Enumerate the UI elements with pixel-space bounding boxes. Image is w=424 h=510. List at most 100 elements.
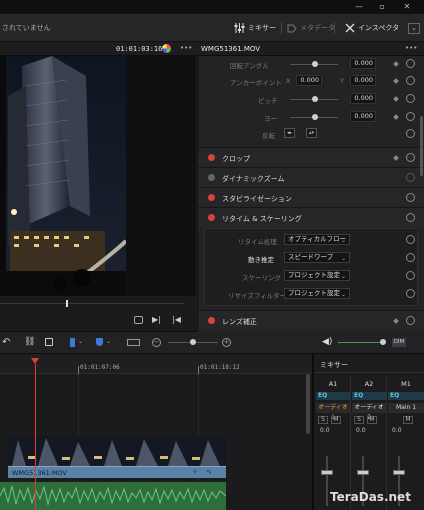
reset-icon[interactable] (406, 94, 415, 103)
video-viewer[interactable] (0, 56, 196, 296)
scaling-dropdown[interactable]: プロジェクト設定 ⌄ (284, 270, 350, 281)
reset-icon[interactable] (406, 253, 415, 262)
maximize-icon[interactable]: ▫ (375, 2, 389, 12)
reset-icon[interactable] (406, 129, 415, 138)
motion-estimation-dropdown[interactable]: スピードワープ ⌄ (284, 252, 350, 263)
minimize-icon[interactable]: — (352, 2, 366, 12)
crop-section[interactable]: クロップ (198, 147, 424, 167)
channel-fader[interactable] (357, 470, 369, 475)
reset-icon[interactable] (406, 289, 415, 298)
reset-icon[interactable] (406, 173, 415, 182)
reset-icon[interactable] (406, 235, 415, 244)
zoom-slider-knob[interactable] (190, 339, 196, 345)
mixer-tab[interactable]: ミキサー (234, 20, 276, 36)
dim-button[interactable]: DIM (392, 338, 406, 347)
keyframe-icon[interactable] (393, 61, 399, 67)
reset-icon[interactable] (406, 193, 415, 202)
flip-horizontal-icon[interactable]: ◂▸ (284, 128, 295, 138)
eq-indicator[interactable]: EQ (316, 392, 350, 400)
detail-zoom-icon[interactable] (127, 339, 140, 346)
video-clip-bar[interactable]: WMG51361.MOV ✧ ∿ (8, 466, 226, 478)
yaw-value[interactable]: 0.000 (350, 111, 376, 122)
inspector-scrollbar[interactable] (420, 116, 423, 176)
keyframe-icon[interactable] (393, 96, 399, 102)
ruler-tick (198, 366, 199, 374)
retime-enable-toggle[interactable] (208, 214, 215, 221)
flag-icon[interactable] (70, 338, 75, 347)
retime-section[interactable]: リタイム & スケーリング (198, 207, 424, 227)
color-wheel-icon[interactable] (162, 44, 171, 53)
divider (281, 22, 282, 34)
rotation-knob[interactable] (312, 61, 318, 67)
close-icon[interactable]: ✕ (400, 2, 414, 12)
zoom-out-icon[interactable]: − (152, 338, 161, 347)
viewer-more-button[interactable]: ••• (180, 44, 192, 52)
reset-icon[interactable] (406, 271, 415, 280)
lens-correction-enable-toggle[interactable] (208, 317, 215, 324)
stabilization-section[interactable]: スタビライゼーション (198, 187, 424, 207)
keyframe-icon[interactable] (393, 78, 399, 84)
channel-fader-track[interactable] (326, 456, 328, 506)
mute-button[interactable]: M (331, 416, 341, 424)
expand-menu-icon[interactable]: ⌄ (408, 23, 420, 34)
go-to-end-icon[interactable]: |◀ (172, 315, 181, 324)
keyframe-icon[interactable] (393, 155, 399, 161)
speed-ramp-icon[interactable]: ∿ (206, 468, 212, 476)
loop-icon[interactable] (134, 316, 143, 324)
anchor-x-value[interactable]: 0.000 (296, 75, 322, 86)
volume-slider[interactable] (338, 342, 386, 343)
timeline-scrollbar[interactable] (306, 374, 310, 434)
audio-clip[interactable] (0, 482, 227, 510)
timeline-ruler[interactable]: 01:01:07:06 01:01:18:12 (0, 354, 312, 374)
channel-fader[interactable] (393, 470, 405, 475)
keyframe-icon[interactable] (393, 114, 399, 120)
reset-icon[interactable] (406, 153, 415, 162)
retime-process-dropdown[interactable]: オプティカルフロー ⌄ (284, 234, 350, 245)
timeline[interactable]: 01:01:07:06 01:01:18:12 WMG51361.MOV ✧ ∿ (0, 354, 312, 510)
pitch-knob[interactable] (312, 96, 318, 102)
link-icon[interactable]: ⛓ (24, 337, 35, 347)
marker-icon[interactable] (96, 338, 103, 346)
inspector-more-button[interactable]: ••• (405, 44, 417, 52)
retime-curve-icon[interactable]: ✧ (192, 468, 198, 476)
resize-filter-dropdown[interactable]: プロジェクト設定 ⌄ (284, 288, 350, 299)
eq-indicator[interactable]: EQ (388, 392, 424, 400)
reset-icon[interactable] (406, 213, 415, 222)
metadata-tab[interactable]: メタデータ (287, 20, 335, 36)
lock-icon[interactable] (45, 338, 53, 346)
channel-fader[interactable] (321, 470, 333, 475)
reset-icon[interactable] (406, 76, 415, 85)
solo-button[interactable]: S (354, 416, 364, 424)
speaker-icon[interactable]: ◀) (322, 337, 332, 347)
mute-button[interactable]: M (367, 416, 377, 424)
viewer-scrubber[interactable] (0, 296, 196, 310)
stabilization-enable-toggle[interactable] (208, 194, 215, 201)
dynamic-zoom-enable-toggle[interactable] (208, 174, 215, 181)
chevron-down-icon[interactable]: ⌄ (78, 338, 83, 345)
keyframe-icon[interactable] (393, 318, 399, 324)
yaw-knob[interactable] (312, 114, 318, 120)
reset-icon[interactable] (406, 59, 415, 68)
pitch-value[interactable]: 0.000 (350, 93, 376, 104)
next-frame-icon[interactable]: ▶| (152, 315, 161, 324)
chevron-down-icon[interactable]: ⌄ (106, 338, 111, 345)
anchor-y-value[interactable]: 0.000 (350, 75, 376, 86)
reset-icon[interactable] (406, 112, 415, 121)
scrub-playhead[interactable] (66, 300, 68, 307)
reset-icon[interactable] (406, 316, 415, 325)
flip-vertical-icon[interactable]: ▴▾ (306, 128, 317, 138)
mute-button[interactable]: M (403, 416, 413, 424)
solo-button[interactable]: S (318, 416, 328, 424)
inspector-tab[interactable]: インスペクタ (345, 20, 399, 36)
eq-indicator[interactable]: EQ (352, 392, 386, 400)
dynamic-zoom-section[interactable]: ダイナミックズーム (198, 167, 424, 187)
lens-correction-section[interactable]: レンズ補正 (198, 310, 424, 330)
crop-enable-toggle[interactable] (208, 154, 215, 161)
zoom-in-icon[interactable]: + (222, 338, 231, 347)
snapping-icon[interactable]: ↶ (2, 337, 10, 348)
retime-section-title: リタイム & スケーリング (222, 215, 302, 223)
rotation-value[interactable]: 0.000 (350, 58, 376, 69)
video-clip-thumbnails[interactable] (8, 436, 226, 466)
playhead-line[interactable] (35, 364, 36, 510)
volume-knob[interactable] (380, 339, 386, 345)
